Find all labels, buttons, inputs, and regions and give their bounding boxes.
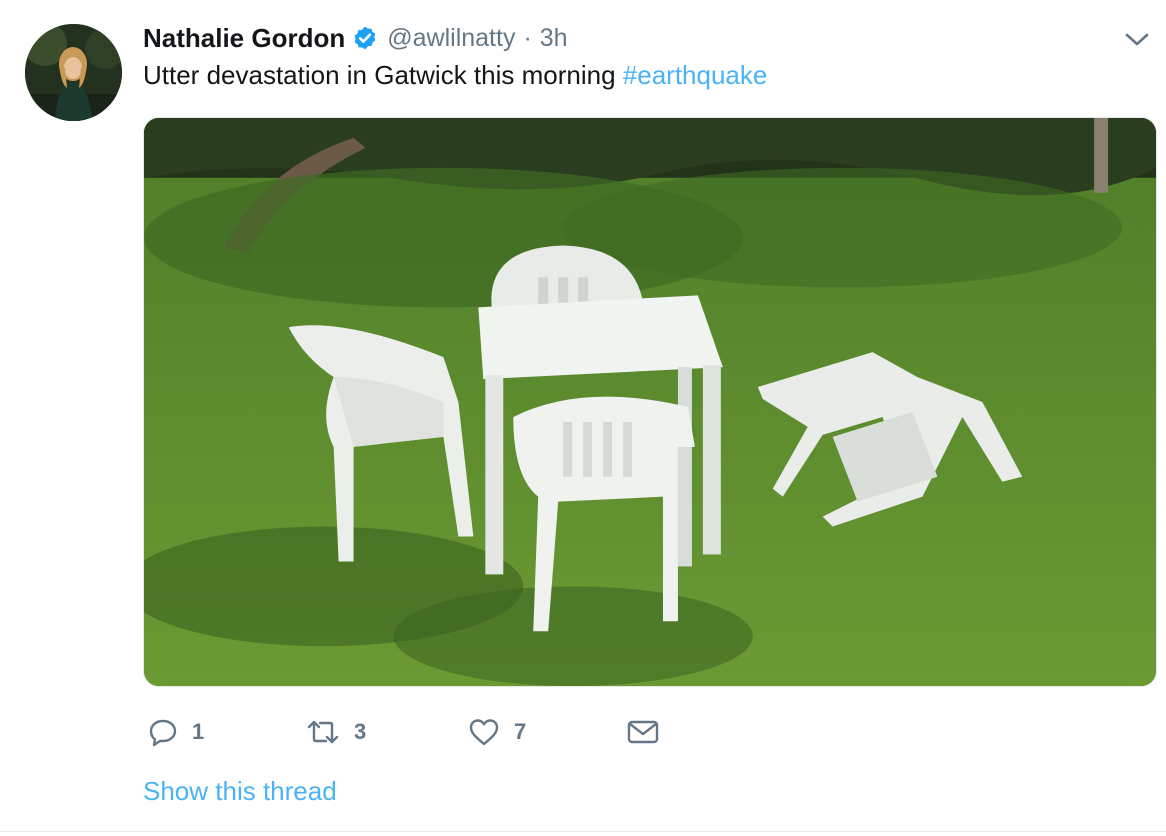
retweet-icon — [307, 720, 339, 744]
like-count: 7 — [514, 719, 527, 744]
show-thread-link[interactable]: Show this thread — [143, 776, 337, 807]
author-name[interactable]: Nathalie Gordon — [143, 23, 345, 54]
separator-dot: · — [523, 23, 532, 52]
verified-badge-icon — [352, 25, 378, 51]
reply-icon — [149, 719, 177, 747]
tweet-header: Nathalie Gordon @awlilnatty · 3h — [143, 22, 568, 54]
hashtag-link[interactable]: #earthquake — [623, 60, 768, 90]
retweet-button[interactable]: 3 — [306, 714, 366, 750]
chevron-down-icon[interactable] — [1124, 30, 1150, 50]
direct-message-button[interactable] — [626, 714, 660, 750]
tweet-timestamp[interactable]: 3h — [540, 24, 568, 53]
tweet-actions: 1 3 7 — [148, 714, 748, 750]
tweet-text-body: Utter devastation in Gatwick this mornin… — [143, 60, 616, 90]
heart-icon — [469, 719, 499, 746]
avatar-image — [25, 24, 122, 121]
envelope-icon — [627, 720, 659, 744]
tweet-media-photo[interactable] — [143, 117, 1157, 687]
retweet-count: 3 — [354, 719, 367, 744]
like-button[interactable]: 7 — [468, 714, 526, 750]
avatar[interactable] — [25, 24, 122, 121]
reply-count: 1 — [192, 719, 205, 744]
tweet[interactable]: Nathalie Gordon @awlilnatty · 3h Utter d… — [0, 0, 1166, 832]
reply-button[interactable]: 1 — [148, 714, 204, 750]
tweet-text: Utter devastation in Gatwick this mornin… — [143, 60, 767, 91]
author-handle[interactable]: @awlilnatty — [387, 24, 515, 53]
chairs-on-lawn-image — [144, 118, 1156, 686]
